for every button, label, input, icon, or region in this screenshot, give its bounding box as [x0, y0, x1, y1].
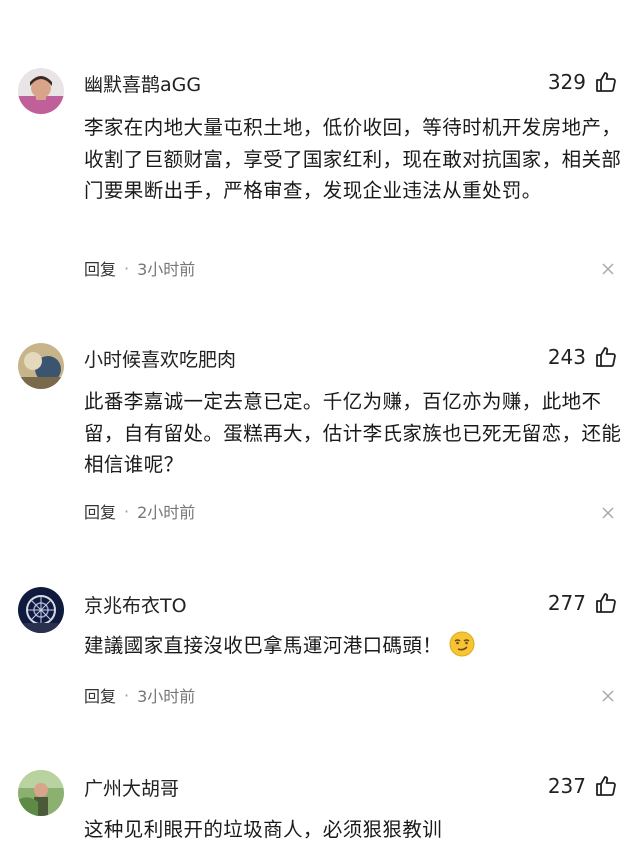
timestamp: 3小时前	[137, 260, 196, 279]
like-button[interactable]: 277	[548, 591, 618, 615]
like-count: 243	[547, 345, 586, 369]
avatar[interactable]	[18, 343, 64, 389]
comment-text-row: 建議國家直接沒收巴拿馬運河港口碼頭！	[84, 630, 624, 662]
avatar[interactable]	[18, 770, 64, 816]
like-button[interactable]: 237	[548, 774, 618, 798]
comment-text: 李家在内地大量屯积土地，低价收回，等待时机开发房地产，收割了巨额财富，享受了国家…	[84, 116, 622, 202]
username[interactable]: 小时候喜欢吃肥肉	[84, 345, 236, 372]
comment-text: 此番李嘉诚一定去意已定。千亿为赚，百亿亦为赚，此地不留，自有留处。蛋糕再大，估计…	[84, 390, 622, 476]
username[interactable]: 广州大胡哥	[84, 774, 179, 801]
reply-button[interactable]: 回复	[84, 683, 116, 707]
like-count: 329	[547, 70, 586, 94]
close-icon[interactable]	[602, 507, 614, 519]
reply-button[interactable]: 回复	[84, 499, 116, 523]
separator: ·	[124, 685, 130, 705]
reply-button[interactable]: 回复	[84, 256, 116, 280]
smirk-emoji-icon	[449, 631, 475, 657]
comment-meta: 回复 · 3小时前	[84, 683, 195, 707]
like-button[interactable]: 329	[548, 70, 618, 94]
close-icon[interactable]	[602, 690, 614, 702]
separator: ·	[124, 258, 130, 278]
thumbs-up-icon	[596, 593, 616, 613]
comment-meta: 回复 · 2小时前	[84, 499, 195, 523]
separator: ·	[124, 501, 130, 521]
timestamp: 3小时前	[137, 687, 196, 706]
avatar[interactable]	[18, 68, 64, 114]
like-count: 237	[547, 774, 586, 798]
thumbs-up-icon	[596, 776, 616, 796]
username[interactable]: 幽默喜鹊aGG	[84, 70, 201, 97]
like-button[interactable]: 243	[548, 345, 618, 369]
thumbs-up-icon	[596, 347, 616, 367]
username[interactable]: 京兆布衣TO	[84, 591, 187, 618]
comment-text: 建議國家直接沒收巴拿馬運河港口碼頭！	[84, 634, 443, 657]
comment-meta: 回复 · 3小时前	[84, 256, 195, 280]
timestamp: 2小时前	[137, 503, 196, 522]
comment-text: 这种见利眼开的垃圾商人，必须狠狠教训	[84, 818, 443, 841]
avatar[interactable]	[18, 587, 64, 633]
thumbs-up-icon	[596, 72, 616, 92]
like-count: 277	[547, 591, 586, 615]
close-icon[interactable]	[602, 263, 614, 275]
